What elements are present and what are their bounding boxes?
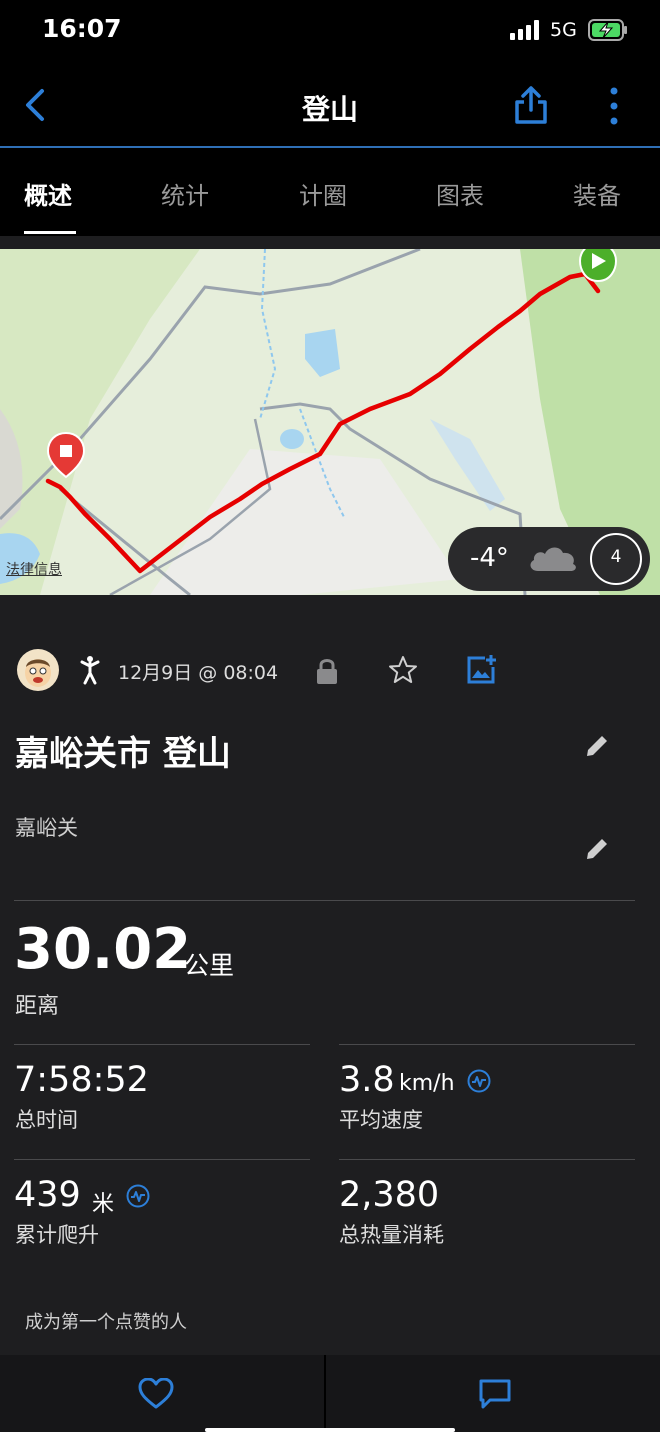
more-options-icon[interactable] [604,86,624,126]
tab-overview[interactable]: 概述 [24,176,72,211]
weather-badge: -4° 4 [448,527,650,591]
start-marker-icon [578,249,618,283]
total-time-label: 总时间 [15,1108,78,1132]
calories-label: 总热量消耗 [339,1223,444,1247]
status-time: 16:07 [42,14,122,43]
divider [339,1159,635,1160]
tab-laps[interactable]: 计圈 [299,176,347,211]
activity-date: 12月9日 @ 08:04 [118,662,279,684]
elevation-gain-value: 439 [14,1175,81,1215]
avg-speed-unit: km/h [399,1071,455,1096]
tab-stats[interactable]: 统计 [161,176,209,211]
elevation-gain-unit: 米 [92,1192,115,1217]
total-time-value: 7:58:52 [14,1060,149,1100]
moon-phase-value: 4 [610,547,622,567]
tab-bar: 概述 统计 计圈 图表 装备 [0,148,660,236]
lock-icon[interactable] [315,657,339,685]
likes-prompt[interactable]: 成为第一个点赞的人 [25,1308,187,1334]
heart-rate-sensor-icon [467,1069,491,1093]
divider [14,1044,310,1045]
avg-speed-label: 平均速度 [339,1108,423,1132]
active-tab-indicator [24,231,76,234]
calories-value: 2,380 [339,1175,440,1215]
tab-gear[interactable]: 装备 [573,176,621,211]
signal-icon [510,20,542,40]
divider [14,1159,310,1160]
divider [324,1355,326,1432]
distance-value: 30.02 [14,917,192,982]
nav-bar: 登山 [0,60,660,148]
network-label: 5G [550,19,577,41]
heart-rate-sensor-icon [126,1184,150,1208]
add-photo-icon[interactable] [465,653,497,685]
legal-info-link[interactable]: 法律信息 [6,559,62,579]
status-bar: 16:07 5G [0,0,660,60]
page-title: 登山 [301,93,358,126]
activity-title: 嘉峪关市 登山 [15,734,231,774]
weather-temperature: -4° [470,543,509,573]
like-heart-icon[interactable] [138,1378,174,1410]
distance-unit: 公里 [184,951,235,980]
edit-title-icon[interactable] [584,733,610,759]
home-indicator [205,1428,455,1432]
bottom-action-bar [0,1355,660,1432]
tab-charts[interactable]: 图表 [436,176,484,211]
activity-location: 嘉峪关 [15,816,78,840]
moon-phase-icon: 4 [590,533,642,585]
hiking-activity-icon [80,656,100,685]
battery-charging-icon [588,19,627,41]
cloud-icon [530,547,576,571]
activity-meta-row: 12月9日 @ 08:04 [0,645,660,695]
share-icon[interactable] [512,84,550,126]
divider [339,1044,635,1045]
divider [14,900,635,901]
avatar[interactable] [17,649,59,691]
star-icon[interactable] [388,655,418,685]
elevation-gain-label: 累计爬升 [15,1223,99,1247]
avg-speed-value: 3.8 [339,1060,395,1100]
edit-description-icon[interactable] [584,836,610,862]
distance-label: 距离 [15,994,60,1019]
comment-icon[interactable] [478,1378,512,1410]
